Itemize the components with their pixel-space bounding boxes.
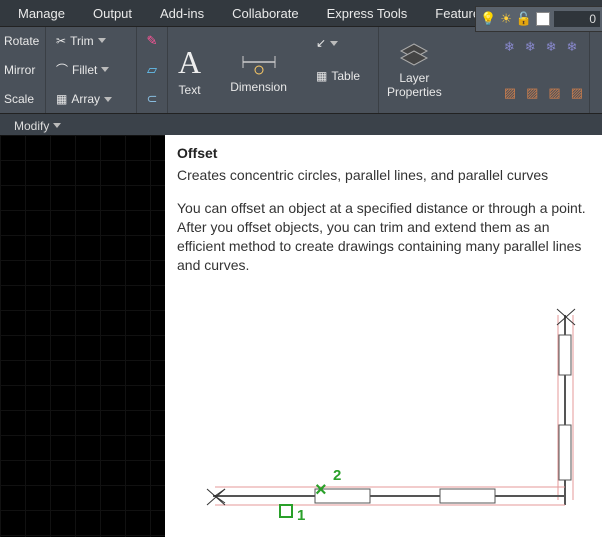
text-button[interactable]: A Text [168,27,211,113]
array-button[interactable]: ▦ Array [52,90,130,108]
dimension-icon [239,46,279,78]
menu-collaborate[interactable]: Collaborate [218,3,313,24]
menu-add-ins[interactable]: Add-ins [146,3,218,24]
chevron-down-icon [101,67,109,72]
scale-button[interactable]: Scale [0,90,39,108]
layer-toggle-icon[interactable]: ❄ [567,39,578,55]
chevron-down-icon [53,123,61,128]
fillet-icon: ⌒ [56,61,68,78]
table-icon: ▦ [316,69,327,83]
table-button[interactable]: ▦ Table [312,67,372,85]
layers-icon [399,41,429,69]
layer-toggle-icon[interactable]: ❄ [546,39,557,55]
rotate-button[interactable]: Rotate [0,32,39,50]
tooltip-diagram: 1 2 × [185,305,585,530]
diagram-cross: × [315,479,327,502]
offset-icon[interactable]: ⊂ [147,91,158,107]
drawing-canvas[interactable] [0,135,165,537]
lightbulb-icon: 💡 [480,11,496,27]
layer-toggle-icon[interactable]: ▨ [571,85,583,101]
leader-icon: ↙ [316,36,326,50]
layer-toggle-icon[interactable]: ❄ [525,39,536,55]
sun-icon: ☀ [500,11,512,27]
trim-button[interactable]: ✂ Trim [52,32,130,50]
panel-label-modify[interactable]: Modify [4,116,71,136]
document-tabs: Modify [0,114,602,137]
layer-state-dropdown[interactable]: 💡 ☀ 🔓 0 [475,6,602,32]
tooltip-subtitle: Creates concentric circles, parallel lin… [177,167,590,183]
text-icon: A [178,44,201,81]
layer-toggle-icon[interactable]: ▨ [548,85,560,101]
chevron-down-icon [330,41,338,46]
leader-button[interactable]: ↙ [312,34,372,52]
tooltip-title: Offset [177,145,590,161]
ribbon: Rotate Mirror Scale ✂ Trim ⌒ Fillet ▦ Ar… [0,27,602,114]
diagram-marker-1: 1 [297,507,305,524]
menu-express-tools[interactable]: Express Tools [313,3,422,24]
color-swatch [536,12,550,26]
layer-index: 0 [554,11,600,27]
explode-icon[interactable]: ▱ [147,62,157,78]
chevron-down-icon [104,97,112,102]
tooltip-body: You can offset an object at a specified … [177,199,590,275]
menu-manage[interactable]: Manage [4,3,79,24]
layer-toggle-icon[interactable]: ❄ [504,39,515,55]
lock-icon: 🔓 [516,11,532,27]
diagram-marker-2: 2 [333,467,341,484]
layer-toggles-row2: ▨ ▨ ▨ ▨ [504,81,583,105]
menu-output[interactable]: Output [79,3,146,24]
erase-icon[interactable]: ✎ [147,33,158,49]
chevron-down-icon [98,38,106,43]
layer-toggle-icon[interactable]: ▨ [504,85,516,101]
layer-toggle-icon[interactable]: ▨ [526,85,538,101]
layer-properties-button[interactable]: Layer Properties [379,27,450,113]
dimension-button[interactable]: Dimension [220,27,297,113]
layer-toggles-row1: ❄ ❄ ❄ ❄ [504,35,583,59]
mirror-button[interactable]: Mirror [0,61,39,79]
array-icon: ▦ [56,92,67,106]
trim-icon: ✂ [56,34,66,48]
fillet-button[interactable]: ⌒ Fillet [52,59,130,80]
